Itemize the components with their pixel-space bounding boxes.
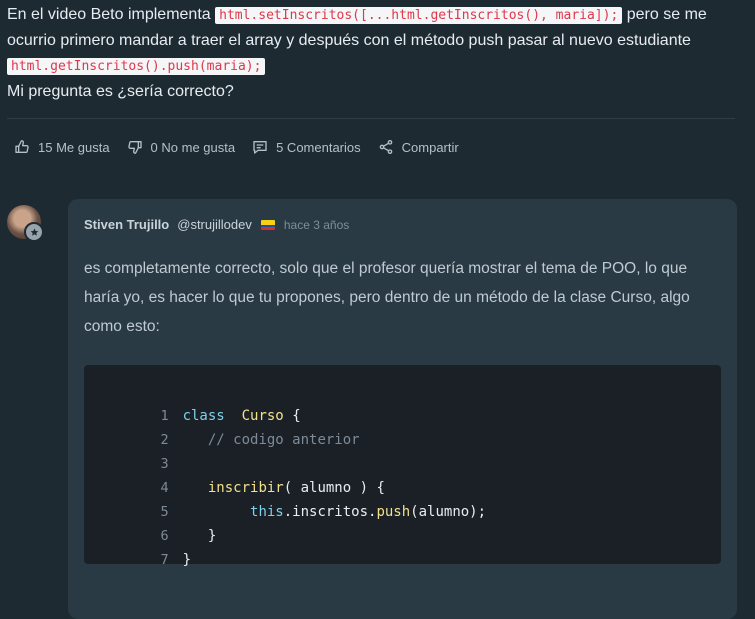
code-line: 7}	[84, 524, 191, 568]
comment-header: Stiven Trujillo @strujillodev hace 3 año…	[84, 217, 349, 232]
action-bar: 15 Me gusta 0 No me gusta 5 Comentarios …	[14, 139, 476, 155]
code-brace: }	[207, 528, 217, 544]
comments-button[interactable]: 5 Comentarios	[252, 139, 361, 155]
line-number: 7	[160, 552, 169, 568]
colombia-flag-icon	[260, 219, 275, 230]
question-paragraph: En el video Beto implementa html.setInsc…	[7, 2, 747, 79]
author-handle[interactable]: @strujillodev	[177, 217, 252, 232]
moderator-badge-icon	[24, 222, 44, 242]
comment-card: Stiven Trujillo @strujillodev hace 3 año…	[68, 199, 737, 619]
author-name[interactable]: Stiven Trujillo	[84, 217, 169, 232]
question-body: En el video Beto implementa html.setInsc…	[7, 2, 747, 104]
comment-text: es completamente correcto, solo que el p…	[84, 260, 690, 335]
dislike-count-label: 0 No me gusta	[150, 139, 236, 155]
code-property: .inscritos.	[283, 504, 377, 520]
share-label: Compartir	[401, 139, 459, 155]
inline-code-set-inscritos: html.setInscritos([...html.getInscritos(…	[215, 7, 623, 24]
like-button[interactable]: 15 Me gusta	[14, 139, 110, 155]
inline-code-push: html.getInscritos().push(maria);	[7, 58, 266, 75]
divider	[7, 118, 735, 119]
question-text-prefix: En el video Beto implementa	[7, 6, 211, 23]
dislike-button[interactable]: 0 No me gusta	[127, 139, 236, 155]
share-icon	[379, 140, 392, 154]
code-brace: }	[182, 552, 192, 568]
code-line: 3	[84, 428, 183, 472]
thumbs-down-icon	[127, 140, 142, 154]
code-line: 1 class Curso {	[84, 380, 300, 424]
code-line: 4 inscribir( alumno ) {	[84, 452, 384, 496]
code-line: 2 // codigo anterior	[84, 404, 359, 448]
like-count-label: 15 Me gusta	[38, 139, 110, 155]
timestamp: hace 3 años	[283, 217, 350, 232]
comments-count-label: 5 Comentarios	[276, 139, 361, 155]
code-line: 5 this.inscritos.push(alumno);	[84, 476, 486, 520]
code-block: 1 class Curso { 2 // codigo anterior 3 4 …	[84, 365, 721, 568]
share-button[interactable]: Compartir	[378, 139, 459, 155]
code-method: push	[376, 504, 411, 520]
comment-icon	[253, 141, 267, 154]
code-this: this	[250, 504, 284, 520]
thumbs-up-icon	[15, 140, 29, 154]
code-args: (alumno);	[410, 504, 487, 520]
code-comment: // codigo anterior	[207, 432, 360, 448]
question-closing: Mi pregunta es ¿sería correcto?	[7, 83, 234, 100]
code-line: 6 }	[84, 500, 216, 544]
